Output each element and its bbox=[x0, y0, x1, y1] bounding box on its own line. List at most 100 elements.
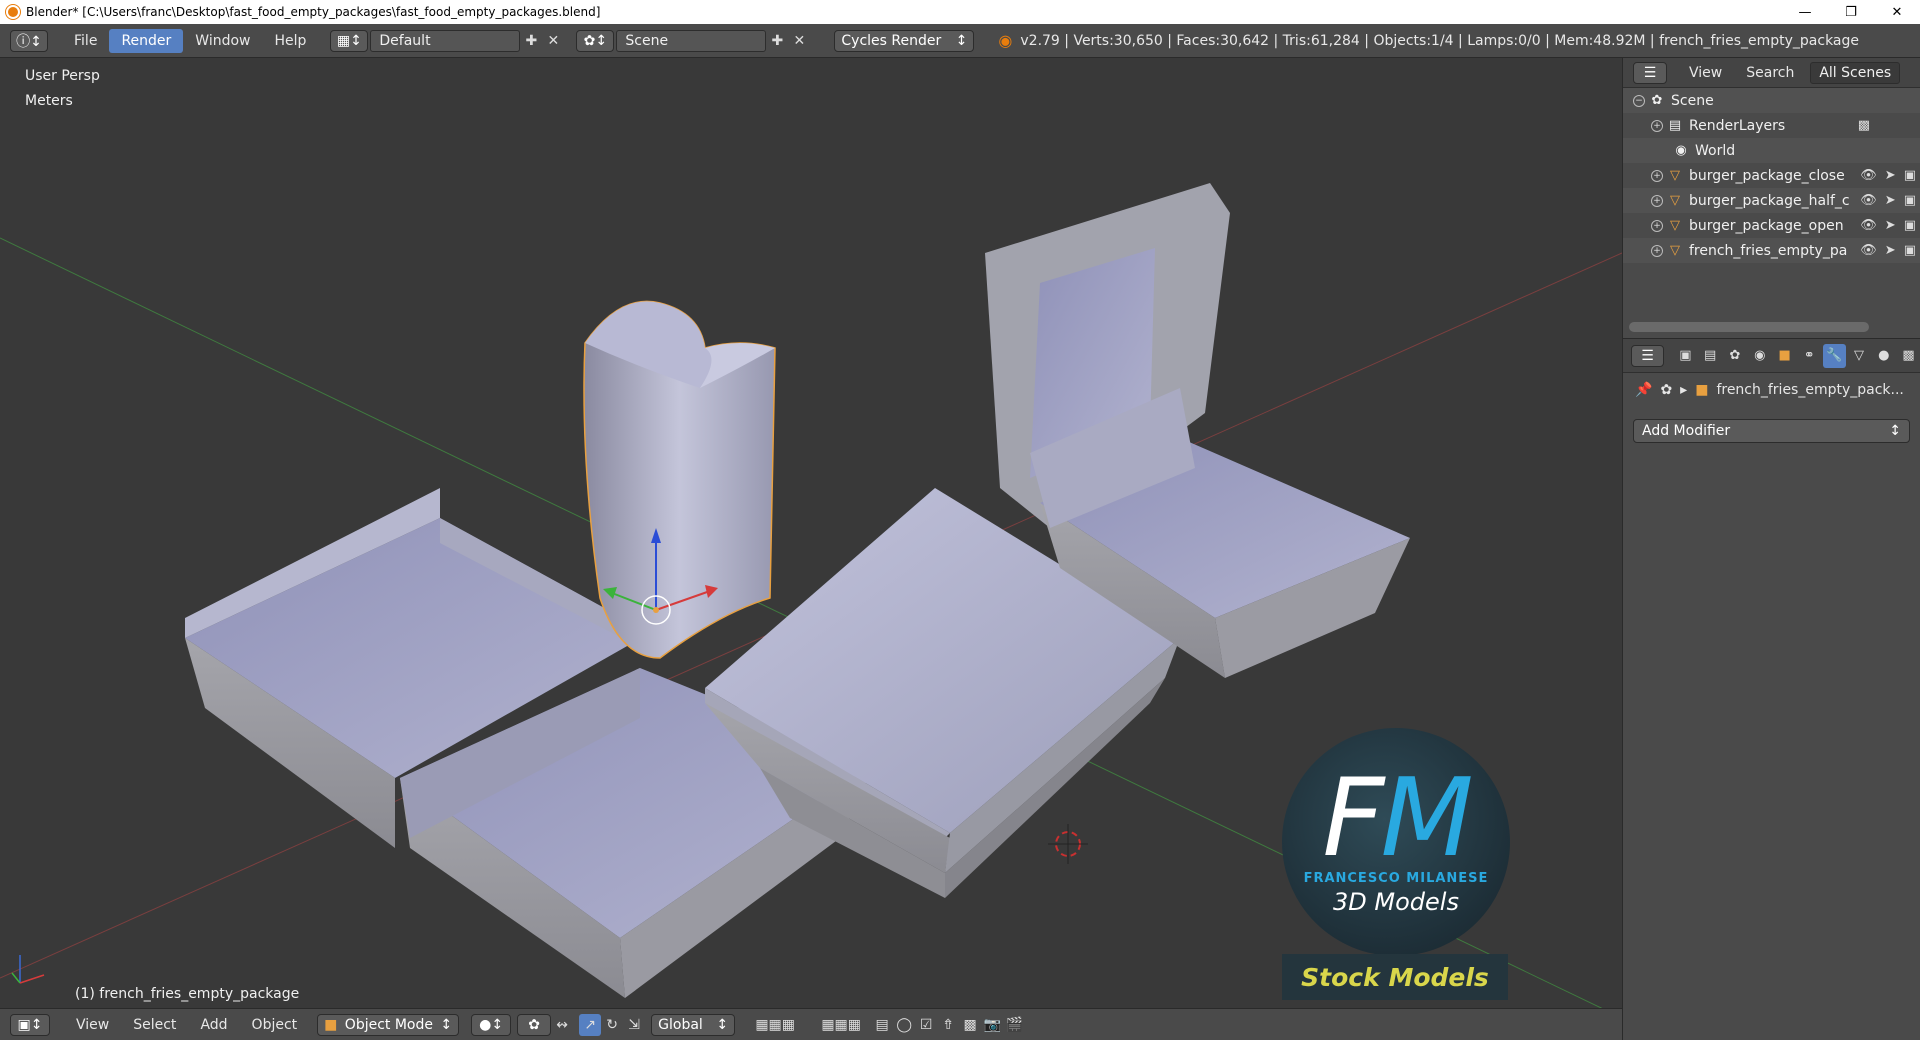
pin-icon[interactable]: 📌 bbox=[1635, 382, 1652, 398]
editor-type-button[interactable]: ▣↕ bbox=[10, 1013, 50, 1036]
outliner-panel: ☰ View Search All Scenes − ✿ Scene + ▤ R… bbox=[1622, 58, 1920, 338]
outliner-row-burger-close[interactable]: + ▽ burger_package_close 👁 ➤ ▣ bbox=[1623, 163, 1920, 188]
collapse-toggle-icon[interactable]: − bbox=[1633, 94, 1645, 107]
render-camera-icon[interactable]: ▣ bbox=[1904, 218, 1916, 233]
add-layout-icon[interactable]: ✚ bbox=[520, 30, 542, 52]
constraints-tab-icon[interactable]: ⚭ bbox=[1798, 344, 1821, 368]
render-tab-icon[interactable]: ▣ bbox=[1674, 344, 1697, 368]
layout-selector-button[interactable]: ▦↕ bbox=[330, 29, 369, 52]
outliner-header: ☰ View Search All Scenes bbox=[1623, 58, 1920, 88]
object-tab-icon[interactable]: ■ bbox=[1773, 344, 1796, 368]
render-animation-icon[interactable]: 🎬 bbox=[1003, 1014, 1025, 1036]
outliner-row-label: burger_package_close bbox=[1689, 167, 1845, 184]
outliner-menu-view[interactable]: View bbox=[1677, 61, 1734, 85]
visibility-eye-icon[interactable]: 👁 bbox=[1860, 243, 1877, 258]
viewport-shading-button[interactable]: ●↕ bbox=[471, 1013, 512, 1036]
info-icon: ⓘ↕ bbox=[16, 33, 42, 50]
outliner-menu-search[interactable]: Search bbox=[1734, 61, 1806, 85]
render-camera-icon[interactable]: ▣ bbox=[1904, 243, 1916, 258]
visibility-eye-icon[interactable]: 👁 bbox=[1860, 168, 1877, 183]
menu-object[interactable]: Object bbox=[240, 1013, 310, 1037]
texture-tab-icon[interactable]: ▩ bbox=[1897, 344, 1920, 368]
outliner-row-burger-half[interactable]: + ▽ burger_package_half_c 👁 ➤ ▣ bbox=[1623, 188, 1920, 213]
modifiers-tab-icon[interactable]: 🔧 bbox=[1822, 343, 1846, 368]
render-camera-icon[interactable]: ▣ bbox=[1904, 168, 1916, 183]
mode-dropdown[interactable]: ■ Object Mode ↕ bbox=[317, 1013, 460, 1036]
menu-add[interactable]: Add bbox=[188, 1013, 239, 1037]
shading-solid-icon: ●↕ bbox=[479, 1016, 504, 1033]
snap-target-icon[interactable]: ▩ bbox=[959, 1014, 981, 1036]
outliner-editor-type-button[interactable]: ☰ bbox=[1633, 61, 1667, 84]
scene-name-field[interactable]: Scene bbox=[616, 29, 767, 52]
render-engine-dropdown[interactable]: Cycles Render ↕ bbox=[834, 29, 975, 52]
select-cursor-icon[interactable]: ➤ bbox=[1885, 193, 1896, 208]
expand-toggle-icon[interactable]: + bbox=[1651, 244, 1663, 257]
dropdown-arrow-icon: ↕ bbox=[1889, 423, 1901, 439]
outliner-row-burger-open[interactable]: + ▽ burger_package_open 👁 ➤ ▣ bbox=[1623, 213, 1920, 238]
data-tab-icon[interactable]: ▽ bbox=[1848, 344, 1871, 368]
outliner-filter-label: All Scenes bbox=[1819, 64, 1892, 81]
lock-layers-icon[interactable]: ▤ bbox=[871, 1014, 893, 1036]
visibility-eye-icon[interactable]: 👁 bbox=[1860, 193, 1877, 208]
expand-toggle-icon[interactable]: + bbox=[1651, 169, 1663, 182]
render-layers-tab-icon[interactable]: ▤ bbox=[1699, 344, 1722, 368]
outliner-row-world[interactable]: ◉ World bbox=[1623, 138, 1920, 163]
add-scene-icon[interactable]: ✚ bbox=[766, 30, 788, 52]
menu-render[interactable]: Render bbox=[109, 28, 184, 53]
menu-file[interactable]: File bbox=[62, 29, 109, 53]
visibility-eye-icon[interactable]: 👁 bbox=[1860, 218, 1877, 233]
layer-buttons-a[interactable]: ▦▦▦ bbox=[745, 1014, 805, 1036]
menu-window[interactable]: Window bbox=[183, 29, 262, 53]
close-icon[interactable]: ✕ bbox=[1874, 0, 1920, 24]
snap-toggle-icon[interactable]: ☑ bbox=[915, 1014, 937, 1036]
world-tab-icon[interactable]: ◉ bbox=[1748, 344, 1771, 368]
pivot-point-button[interactable]: ✿ bbox=[517, 1013, 552, 1036]
menu-help[interactable]: Help bbox=[262, 29, 318, 53]
stock-models-banner: Stock Models bbox=[1282, 954, 1508, 1000]
select-cursor-icon[interactable]: ➤ bbox=[1885, 243, 1896, 258]
manipulator-toggle-icon[interactable]: ↭ bbox=[551, 1014, 573, 1036]
proportional-edit-icon[interactable]: ◯ bbox=[893, 1014, 915, 1036]
outliner-row-scene[interactable]: − ✿ Scene bbox=[1623, 88, 1920, 113]
editor-type-button[interactable]: ⓘ↕ bbox=[10, 29, 48, 52]
select-cursor-icon[interactable]: ➤ bbox=[1885, 218, 1896, 233]
render-camera-icon[interactable]: ▣ bbox=[1904, 193, 1916, 208]
outliner-row-french-fries[interactable]: + ▽ french_fries_empty_pa 👁 ➤ ▣ bbox=[1623, 238, 1920, 263]
properties-context-bar: 📌 ✿ ▸ ■ french_fries_empty_pack... bbox=[1623, 373, 1920, 407]
select-cursor-icon[interactable]: ➤ bbox=[1885, 168, 1896, 183]
layout-name-field[interactable]: Default bbox=[370, 29, 521, 52]
menu-select[interactable]: Select bbox=[121, 1013, 188, 1037]
layer-buttons-b[interactable]: ▦▦▦ bbox=[811, 1014, 871, 1036]
french-fries-package-mesh bbox=[583, 300, 776, 659]
layout-icon: ▦↕ bbox=[336, 32, 362, 49]
render-preview-icon[interactable]: 📷 bbox=[981, 1014, 1003, 1036]
remove-scene-icon[interactable]: ✕ bbox=[788, 30, 810, 52]
scale-manipulator-icon[interactable]: ⇲ bbox=[623, 1014, 645, 1036]
mesh-icon: ▽ bbox=[1670, 243, 1680, 258]
expand-toggle-icon[interactable]: + bbox=[1651, 219, 1663, 232]
rotate-manipulator-icon[interactable]: ↻ bbox=[601, 1014, 623, 1036]
menu-view[interactable]: View bbox=[64, 1013, 121, 1037]
outliner-filter-dropdown[interactable]: All Scenes bbox=[1810, 61, 1901, 84]
scene-selector-button[interactable]: ✿↕ bbox=[576, 29, 615, 52]
properties-tabs: ☰ ▣ ▤ ✿ ◉ ■ ⚭ 🔧 ▽ ● ▩ bbox=[1623, 339, 1920, 373]
material-tab-icon[interactable]: ● bbox=[1872, 344, 1895, 368]
orientation-label: Global bbox=[658, 1016, 703, 1033]
expand-toggle-icon[interactable]: + bbox=[1651, 194, 1663, 207]
remove-layout-icon[interactable]: ✕ bbox=[542, 30, 564, 52]
transform-orientation-dropdown[interactable]: Global ↕ bbox=[651, 1013, 736, 1036]
window-titlebar: Blender* [C:\Users\franc\Desktop\fast_fo… bbox=[0, 0, 1920, 24]
add-modifier-dropdown[interactable]: Add Modifier ↕ bbox=[1633, 419, 1910, 443]
translate-manipulator-icon[interactable]: ↗ bbox=[579, 1013, 602, 1036]
outliner-row-renderlayers[interactable]: + ▤ RenderLayers ▩ bbox=[1623, 113, 1920, 138]
properties-editor-type-button[interactable]: ☰ bbox=[1631, 344, 1664, 367]
render-layer-image-icon[interactable]: ▩ bbox=[1858, 118, 1870, 133]
outliner-horizontal-scrollbar[interactable] bbox=[1629, 322, 1869, 332]
scene-tab-icon[interactable]: ✿ bbox=[1724, 344, 1747, 368]
3d-viewport[interactable]: User Persp Meters (1) french_fries_empty… bbox=[0, 58, 1622, 1008]
snap-element-icon[interactable]: ⇮ bbox=[937, 1014, 959, 1036]
restore-icon[interactable]: ❐ bbox=[1828, 0, 1874, 24]
expand-toggle-icon[interactable]: + bbox=[1651, 119, 1663, 132]
view-axis-gizmo bbox=[11, 955, 45, 984]
minimize-icon[interactable]: — bbox=[1782, 0, 1828, 24]
